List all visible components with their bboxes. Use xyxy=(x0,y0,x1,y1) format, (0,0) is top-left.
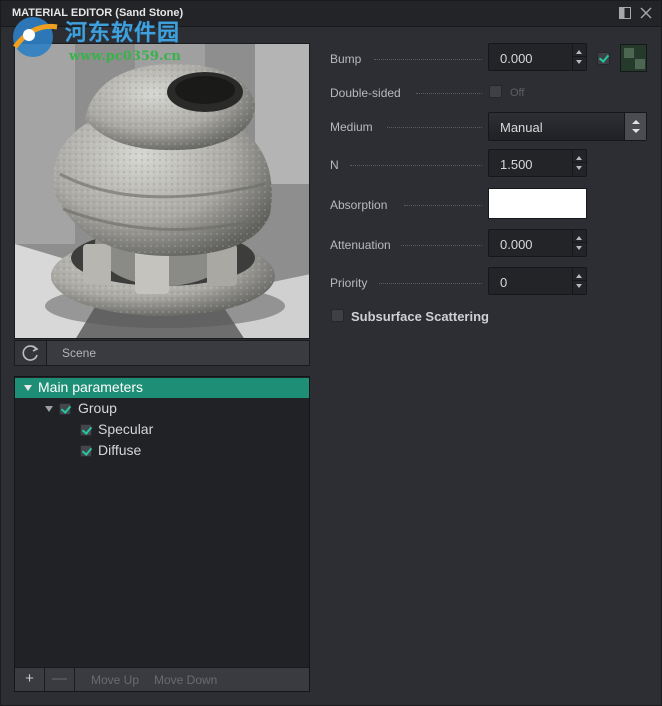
preview-render xyxy=(15,44,309,338)
absorption-color-swatch[interactable] xyxy=(488,188,587,219)
dock-icon[interactable] xyxy=(617,6,633,22)
tree-item-label: Diffuse xyxy=(98,442,142,458)
medium-value: Manual xyxy=(500,120,543,135)
n-value: 1.500 xyxy=(500,157,533,172)
preview-toolbar: Scene xyxy=(14,340,310,366)
priority-value: 0 xyxy=(500,275,508,290)
bump-input[interactable]: 0.000 xyxy=(488,43,587,71)
expand-arrow-icon[interactable] xyxy=(45,406,53,412)
add-button[interactable]: + xyxy=(15,668,45,691)
tree-item-label: Main parameters xyxy=(38,379,144,395)
group-checkbox[interactable] xyxy=(59,403,71,415)
tree-footer-toolbar: + — Move Up Move Down xyxy=(15,667,309,691)
absorption-label: Absorption xyxy=(330,198,388,212)
priority-input[interactable]: 0 xyxy=(488,267,587,295)
leader-line xyxy=(387,127,482,128)
refresh-button[interactable] xyxy=(15,341,47,365)
leader-line xyxy=(379,283,482,284)
bump-value: 0.000 xyxy=(500,51,533,66)
priority-spinner[interactable] xyxy=(572,268,586,294)
dock-glyph xyxy=(619,7,631,19)
n-label: N xyxy=(330,158,339,172)
subsurface-checkbox[interactable] xyxy=(331,309,344,322)
tree-item-main-parameters[interactable]: Main parameters xyxy=(15,378,309,398)
tree-item-label: Group xyxy=(78,400,117,416)
medium-select[interactable]: Manual xyxy=(488,112,647,141)
window-title: MATERIAL EDITOR (Sand Stone) xyxy=(12,7,184,19)
select-arrows-icon[interactable] xyxy=(624,113,646,140)
material-preview[interactable] xyxy=(14,43,310,339)
attenuation-label: Attenuation xyxy=(330,238,391,252)
close-glyph xyxy=(640,7,652,19)
attenuation-value: 0.000 xyxy=(500,237,533,252)
leader-line xyxy=(416,93,482,94)
move-down-button[interactable]: Move Down xyxy=(154,673,217,687)
leader-line xyxy=(404,205,482,206)
tree-item-specular[interactable]: Specular xyxy=(15,420,309,440)
double-sided-state: Off xyxy=(510,87,525,99)
bump-texture-slot[interactable] xyxy=(620,44,647,72)
title-bar[interactable]: MATERIAL EDITOR (Sand Stone) xyxy=(1,1,661,27)
texture-thumbnail-icon xyxy=(621,45,646,71)
subsurface-label[interactable]: Subsurface Scattering xyxy=(351,309,489,324)
double-sided-label: Double-sided xyxy=(330,86,401,100)
medium-label: Medium xyxy=(330,120,373,134)
double-sided-checkbox[interactable] xyxy=(489,85,502,98)
move-up-button[interactable]: Move Up xyxy=(91,673,139,687)
parameter-tree: Main parameters Group Specular Diffuse +… xyxy=(14,376,310,692)
bump-spinner[interactable] xyxy=(572,44,586,70)
n-input[interactable]: 1.500 xyxy=(488,149,587,177)
refresh-icon xyxy=(22,345,39,361)
tree-item-diffuse[interactable]: Diffuse xyxy=(15,441,309,461)
close-icon[interactable] xyxy=(638,6,654,22)
tree-item-label: Specular xyxy=(98,421,154,437)
diffuse-checkbox[interactable] xyxy=(80,445,92,457)
scene-label[interactable]: Scene xyxy=(62,346,96,360)
leader-line xyxy=(350,165,482,166)
attenuation-spinner[interactable] xyxy=(572,230,586,256)
bump-texture-checkbox[interactable] xyxy=(597,52,610,65)
leader-line xyxy=(374,59,482,60)
attenuation-input[interactable]: 0.000 xyxy=(488,229,587,257)
specular-checkbox[interactable] xyxy=(80,424,92,436)
material-editor-window: MATERIAL EDITOR (Sand Stone) Scene Main … xyxy=(0,0,662,706)
expand-arrow-icon[interactable] xyxy=(24,385,32,391)
remove-button[interactable]: — xyxy=(45,668,75,691)
bump-label: Bump xyxy=(330,52,362,66)
updown-chevron-icon xyxy=(632,120,640,133)
n-spinner[interactable] xyxy=(572,150,586,176)
tree-item-group[interactable]: Group xyxy=(15,399,309,419)
priority-label: Priority xyxy=(330,276,368,290)
leader-line xyxy=(401,245,482,246)
